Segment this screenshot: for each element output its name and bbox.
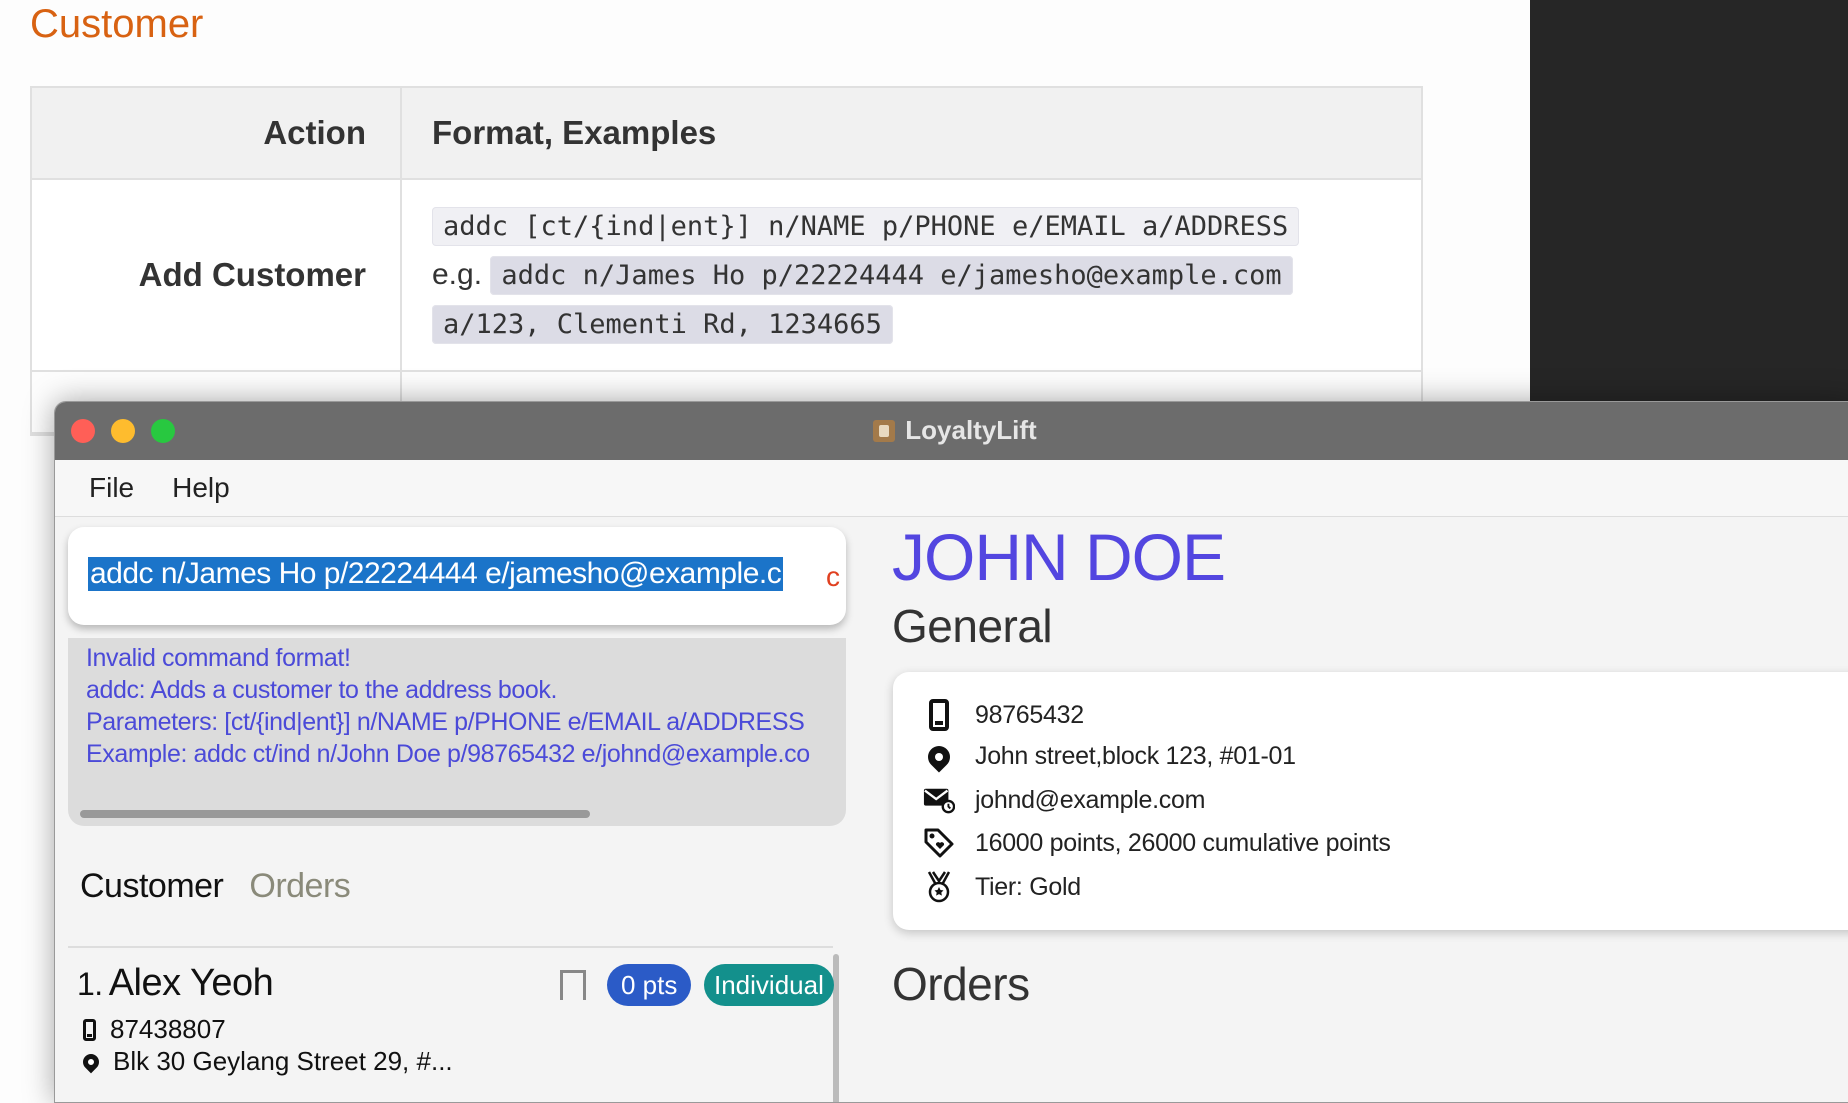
email-icon (923, 785, 955, 815)
list-divider (68, 946, 833, 948)
customer-index: 1. (77, 966, 103, 1002)
menu-bar: File Help (55, 460, 1848, 517)
command-input[interactable]: addc n/James Ho p/22224444 e/jamesho@exa… (68, 527, 846, 625)
customer-phone: 87438807 (110, 1014, 226, 1044)
medal-icon (923, 870, 955, 904)
menu-file[interactable]: File (89, 472, 134, 504)
window-titlebar[interactable]: LoyaltyLift (55, 402, 1848, 460)
general-heading: General (892, 600, 1053, 652)
result-display[interactable]: Invalid command format! addc: Adds a cus… (68, 638, 846, 826)
tab-customer[interactable]: Customer (80, 867, 224, 906)
bookmark-icon[interactable] (560, 970, 586, 1003)
command-summary-table: Action Format, Examples Add Customer add… (30, 86, 1423, 436)
detail-email-row: johnd@example.com (923, 785, 1205, 815)
detail-address-row: John street,block 123, #01-01 (923, 740, 1296, 773)
result-line: Example: addc ct/ind n/John Doe p/987654… (86, 740, 810, 768)
example-code-line2: a/123, Clementi Rd, 1234665 (432, 304, 893, 344)
result-line: addc: Adds a customer to the address boo… (86, 676, 557, 704)
table-row: Add Customer addc [ct/{ind|ent}] n/NAME … (32, 180, 1421, 372)
customer-card[interactable]: 1. Alex Yeoh 0 pts Individual 87438807 Bl… (77, 962, 834, 1102)
command-input-value[interactable]: addc n/James Ho p/22224444 e/jamesho@exa… (88, 557, 784, 591)
app-window: LoyaltyLift File Help addc n/James Ho p/… (54, 401, 1848, 1103)
detail-tier-row: Tier: Gold (923, 870, 1081, 904)
row-action-label: Add Customer (32, 180, 402, 370)
result-line: Parameters: [ct/{ind|ent}] n/NAME p/PHON… (86, 708, 805, 736)
result-horizontal-scrollbar[interactable] (80, 810, 590, 818)
example-prefix: e.g. (432, 257, 483, 291)
list-tabs: Customer Orders (80, 867, 351, 906)
window-title: LoyaltyLift (905, 415, 1037, 445)
format-code: addc [ct/{ind|ent}] n/NAME p/PHONE e/EMA… (432, 206, 1300, 246)
header-action: Action (32, 88, 402, 178)
detail-email: johnd@example.com (975, 785, 1206, 814)
customer-address: Blk 30 Geylang Street 29, #... (113, 1046, 453, 1076)
phone-icon (923, 699, 955, 731)
detail-customer-name: JOHN DOE (892, 520, 1226, 594)
customer-type-badge: Individual (704, 964, 834, 1006)
detail-points: 16000 points, 26000 cumulative points (975, 828, 1391, 857)
list-scrollbar[interactable] (833, 954, 839, 1102)
points-badge: 0 pts (607, 964, 692, 1006)
doc-section-title: Customer (30, 2, 204, 46)
detail-phone: 98765432 (975, 700, 1084, 729)
tag-icon (923, 827, 955, 859)
tab-orders[interactable]: Orders (249, 867, 350, 906)
detail-phone-row: 98765432 (923, 699, 1084, 731)
detail-points-row: 16000 points, 26000 cumulative points (923, 827, 1391, 859)
command-overflow-char: c (826, 561, 840, 592)
table-header-row: Action Format, Examples (32, 88, 1421, 180)
detail-tier: Tier: Gold (975, 872, 1081, 901)
row-format-cell: addc [ct/{ind|ent}] n/NAME p/PHONE e/EMA… (432, 202, 1300, 349)
detail-address: John street,block 123, #01-01 (975, 742, 1296, 770)
header-format: Format, Examples (432, 114, 717, 151)
location-pin-icon (923, 740, 955, 773)
menu-help[interactable]: Help (172, 472, 230, 504)
general-info-card: 98765432 John street,block 123, #01-01 j… (893, 672, 1848, 930)
example-code-line1: addc n/James Ho p/22224444 e/jamesho@exa… (490, 255, 1293, 295)
location-pin-icon (79, 1050, 103, 1073)
customer-name: Alex Yeoh (108, 962, 274, 1004)
result-line: Invalid command format! (86, 644, 351, 672)
phone-icon (83, 1018, 96, 1041)
orders-heading: Orders (892, 958, 1030, 1010)
app-icon (873, 420, 896, 442)
